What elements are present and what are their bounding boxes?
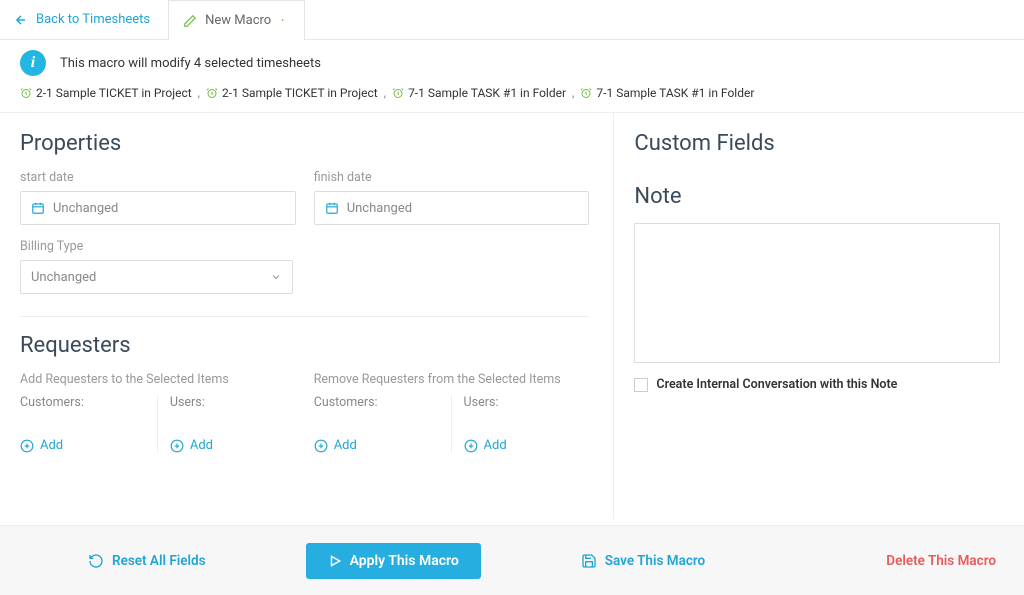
save-icon <box>581 553 597 569</box>
tab-label: New Macro <box>205 13 271 28</box>
separator: , <box>198 86 200 100</box>
plus-circle-icon <box>170 439 184 453</box>
add-users-button[interactable]: Add <box>170 438 296 453</box>
pencil-icon <box>183 14 197 28</box>
timesheet-item[interactable]: 2-1 Sample TICKET in Project <box>206 86 378 100</box>
reset-label: Reset All Fields <box>112 553 206 569</box>
refresh-icon <box>88 553 104 569</box>
timesheet-label: 2-1 Sample TICKET in Project <box>222 86 378 100</box>
start-date-label: start date <box>20 170 296 185</box>
separator: , <box>572 86 574 100</box>
create-conversation-checkbox-row[interactable]: Create Internal Conversation with this N… <box>634 377 1000 392</box>
left-column: Properties start date Unchanged finish d… <box>0 113 614 519</box>
billing-type-value: Unchanged <box>31 270 96 285</box>
alarm-icon <box>206 87 218 99</box>
back-to-timesheets-link[interactable]: Back to Timesheets <box>0 0 168 39</box>
main-content: Properties start date Unchanged finish d… <box>0 112 1024 519</box>
delete-macro-button[interactable]: Delete This Macro <box>886 553 996 569</box>
arrow-left-icon <box>14 13 28 27</box>
billing-type-select[interactable]: Unchanged <box>20 260 293 294</box>
plus-circle-icon <box>464 439 478 453</box>
checkbox-label: Create Internal Conversation with this N… <box>656 377 897 392</box>
finish-date-field[interactable]: Unchanged <box>314 191 590 225</box>
right-column: Custom Fields Note Create Internal Conve… <box>614 113 1024 519</box>
timesheet-item[interactable]: 7-1 Sample TASK #1 in Folder <box>580 86 754 100</box>
back-label: Back to Timesheets <box>36 12 150 27</box>
timesheet-label: 7-1 Sample TASK #1 in Folder <box>408 86 566 100</box>
apply-macro-button[interactable]: Apply This Macro <box>306 543 481 579</box>
info-banner: i This macro will modify 4 selected time… <box>0 40 1024 80</box>
add-customers-button[interactable]: Add <box>20 438 145 453</box>
save-macro-button[interactable]: Save This Macro <box>581 553 705 569</box>
users-label: Users: <box>170 395 205 410</box>
finish-date-value: Unchanged <box>347 201 412 216</box>
timesheet-item[interactable]: 2-1 Sample TICKET in Project <box>20 86 192 100</box>
note-textarea[interactable] <box>634 223 1000 363</box>
note-heading: Note <box>634 184 1000 209</box>
save-label: Save This Macro <box>605 553 705 569</box>
alarm-icon <box>580 87 592 99</box>
add-label: Add <box>334 438 357 453</box>
remove-users-add-button[interactable]: Add <box>464 438 590 453</box>
tab-dot-icon: • <box>281 16 284 25</box>
tab-new-macro[interactable]: New Macro • <box>168 0 305 40</box>
remove-requesters-label: Remove Requesters from the Selected Item… <box>314 372 590 387</box>
alarm-icon <box>20 87 32 99</box>
calendar-icon <box>31 201 45 215</box>
start-date-value: Unchanged <box>53 201 118 216</box>
footer-actions: Reset All Fields Apply This Macro Save T… <box>0 525 1024 595</box>
timesheet-label: 2-1 Sample TICKET in Project <box>36 86 192 100</box>
apply-label: Apply This Macro <box>350 553 459 569</box>
plus-circle-icon <box>20 439 34 453</box>
info-text: This macro will modify 4 selected timesh… <box>60 56 321 71</box>
play-icon <box>328 554 342 568</box>
billing-type-label: Billing Type <box>20 239 293 254</box>
separator: , <box>384 86 386 100</box>
custom-fields-heading: Custom Fields <box>634 131 1000 156</box>
calendar-icon <box>325 201 339 215</box>
customers-label: Customers: <box>314 395 378 410</box>
properties-heading: Properties <box>20 131 589 156</box>
timesheet-label: 7-1 Sample TASK #1 in Folder <box>596 86 754 100</box>
customers-label: Customers: <box>20 395 84 410</box>
top-nav: Back to Timesheets New Macro • <box>0 0 1024 40</box>
chevron-down-icon <box>270 271 282 283</box>
info-icon: i <box>20 50 46 76</box>
plus-circle-icon <box>314 439 328 453</box>
requesters-heading: Requesters <box>20 333 589 358</box>
remove-customers-add-button[interactable]: Add <box>314 438 439 453</box>
users-label: Users: <box>464 395 499 410</box>
add-label: Add <box>40 438 63 453</box>
finish-date-label: finish date <box>314 170 590 185</box>
checkbox-icon[interactable] <box>634 378 648 392</box>
delete-label: Delete This Macro <box>886 553 996 569</box>
add-label: Add <box>484 438 507 453</box>
add-label: Add <box>190 438 213 453</box>
timesheet-item[interactable]: 7-1 Sample TASK #1 in Folder <box>392 86 566 100</box>
add-requesters-label: Add Requesters to the Selected Items <box>20 372 296 387</box>
reset-all-fields-button[interactable]: Reset All Fields <box>88 553 206 569</box>
selected-timesheets-list: 2-1 Sample TICKET in Project , 2-1 Sampl… <box>0 80 1024 112</box>
alarm-icon <box>392 87 404 99</box>
start-date-field[interactable]: Unchanged <box>20 191 296 225</box>
